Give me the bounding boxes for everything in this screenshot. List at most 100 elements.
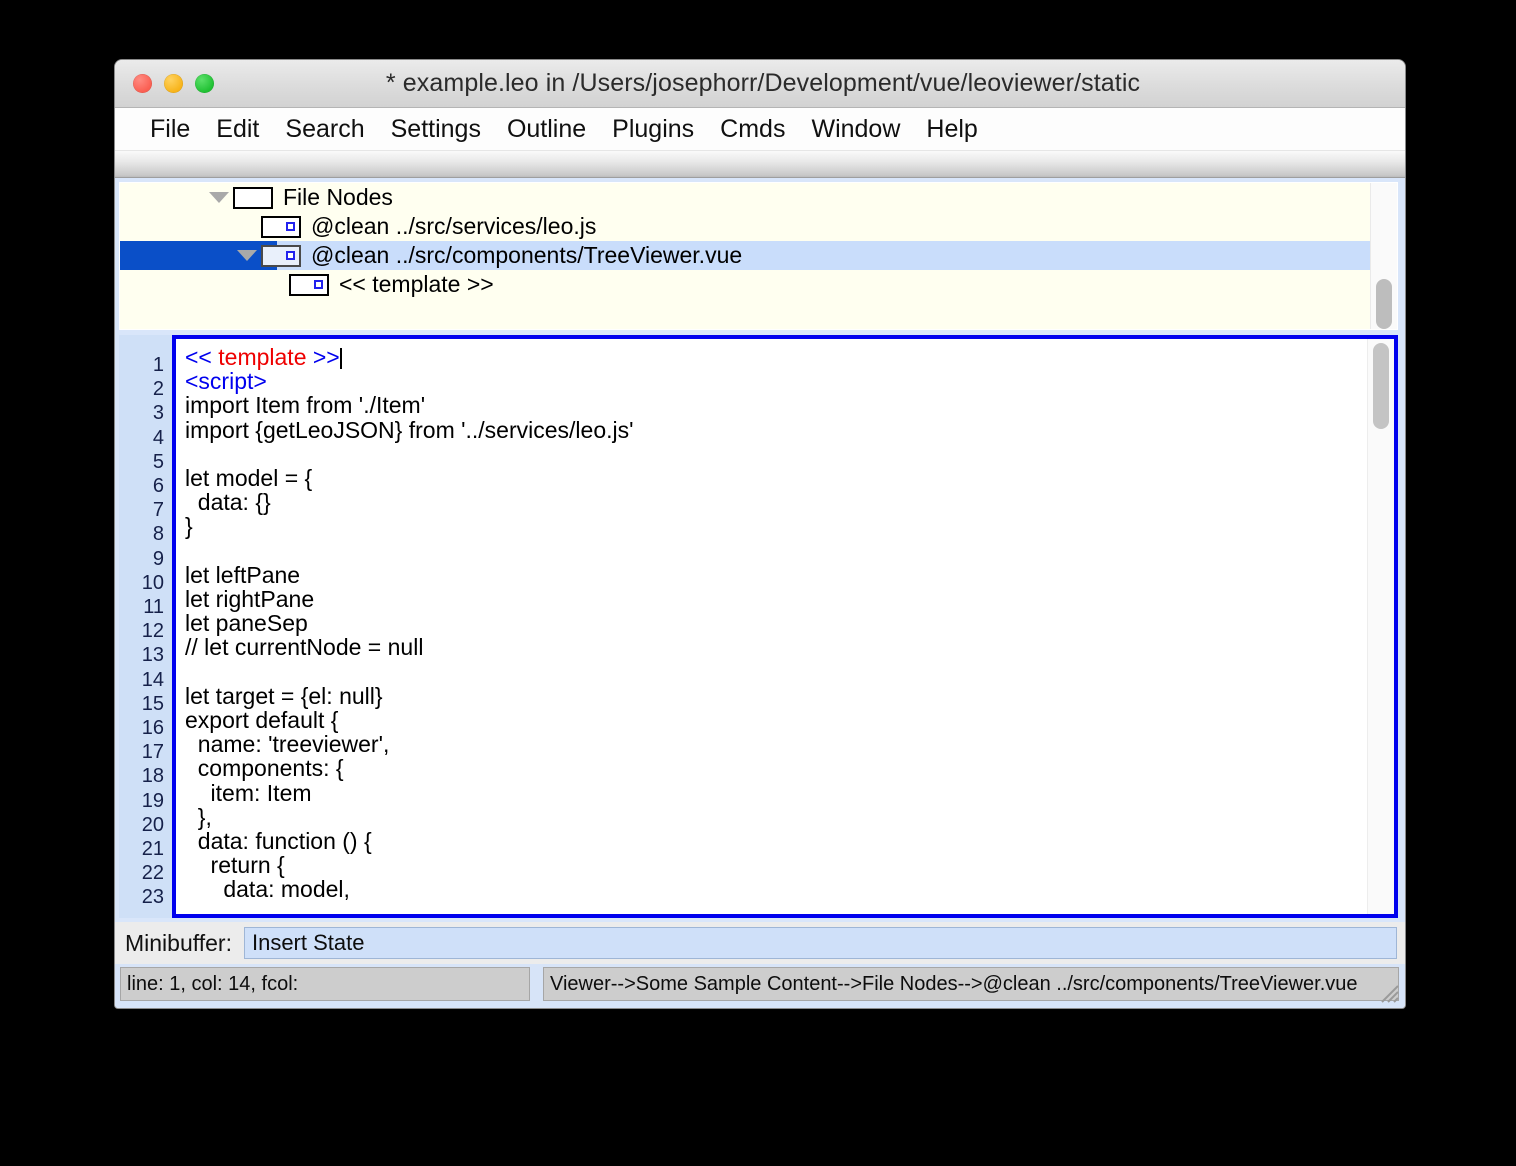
code-line: import Item from './Item' <box>185 392 426 419</box>
outline-pane: File Nodes @clean ../src/services/leo.js… <box>115 178 1405 335</box>
code-line: import {getLeoJSON} from '../services/le… <box>185 416 634 443</box>
code-line: }, <box>185 803 212 830</box>
title-bar: * example.leo in /Users/josephorr/Develo… <box>115 60 1405 108</box>
minibuffer-row: Minibuffer: Insert State <box>115 922 1405 964</box>
tree-node-label: @clean ../src/components/TreeViewer.vue <box>311 242 743 268</box>
line-number: 8 <box>152 523 164 546</box>
line-number: 15 <box>141 692 164 715</box>
code-line: components: { <box>185 755 344 782</box>
minimize-button-icon[interactable] <box>164 74 183 93</box>
status-bar: line: 1, col: 14, fcol: Viewer-->Some Sa… <box>115 964 1405 1008</box>
outline-vertical-scrollbar[interactable] <box>1370 183 1397 329</box>
minibuffer-label: Minibuffer: <box>125 929 232 956</box>
code-line: let rightPane <box>185 586 315 613</box>
maximize-button-icon[interactable] <box>195 74 214 93</box>
toolbar-strip <box>115 151 1405 178</box>
line-number: 1 <box>152 354 164 376</box>
node-box-icon[interactable] <box>233 186 273 209</box>
line-number: 19 <box>141 789 164 812</box>
line-number: 9 <box>152 547 164 570</box>
line-number: 6 <box>152 475 164 498</box>
line-number: 11 <box>143 596 164 619</box>
code-line: let model = { <box>185 465 313 492</box>
menu-item-plugins[interactable]: Plugins <box>599 114 707 144</box>
line-number-gutter: 1 2 3 4 5 6 7 8 9 10 11 12 13 14 15 16 17 18 19 20 21 22 23 <box>119 335 172 918</box>
outline-rows: File Nodes @clean ../src/services/leo.js… <box>120 183 1370 329</box>
menu-item-edit[interactable]: Edit <box>203 114 272 144</box>
status-position: line: 1, col: 14, fcol: <box>120 967 530 1001</box>
line-number: 22 <box>141 862 164 885</box>
node-marker-icon <box>314 280 323 289</box>
line-number: 14 <box>141 668 164 691</box>
status-breadcrumb: Viewer-->Some Sample Content-->File Node… <box>543 967 1399 1001</box>
tree-node-label: File Nodes <box>283 184 393 210</box>
tree-node-label: @clean ../src/services/leo.js <box>311 213 597 239</box>
code-line: return { <box>185 852 285 879</box>
line-number: 16 <box>141 717 164 740</box>
menu-item-outline[interactable]: Outline <box>494 114 599 144</box>
code-line: } <box>185 513 193 540</box>
code-line: data: function () { <box>185 828 372 855</box>
node-box-icon[interactable] <box>261 244 301 267</box>
body-text[interactable]: << template >> <script> import Item from '… <box>176 339 1367 914</box>
menu-item-search[interactable]: Search <box>272 114 377 144</box>
window-title: * example.leo in /Users/josephorr/Develo… <box>385 69 1141 97</box>
code-line: name: 'treeviewer', <box>185 731 390 758</box>
menu-item-help[interactable]: Help <box>913 114 990 144</box>
screen: * example.leo in /Users/josephorr/Develo… <box>0 0 1516 1166</box>
line-number: 21 <box>141 838 164 861</box>
node-box-icon[interactable] <box>261 215 301 238</box>
line-number: 23 <box>141 886 164 909</box>
line-number: 13 <box>141 644 164 667</box>
menu-item-file[interactable]: File <box>137 114 203 144</box>
menu-item-settings[interactable]: Settings <box>378 114 494 144</box>
node-marker-icon <box>286 251 295 260</box>
code-line: data: {} <box>185 489 271 516</box>
text-cursor <box>339 348 342 369</box>
menu-item-cmds[interactable]: Cmds <box>707 114 798 144</box>
line-number: 3 <box>152 402 164 425</box>
expand-arrow-icon[interactable] <box>205 192 233 203</box>
window-controls <box>133 74 214 93</box>
outline-tree: File Nodes @clean ../src/services/leo.js… <box>119 182 1398 330</box>
code-line: let target = {el: null} <box>185 682 383 709</box>
tree-node-label: << template >> <box>339 271 494 297</box>
code-line: item: Item <box>185 779 312 806</box>
code-line: <script> <box>185 368 267 395</box>
line-number: 2 <box>152 378 164 401</box>
tree-row[interactable]: << template >> <box>120 270 1370 299</box>
line-number: 7 <box>152 499 164 522</box>
node-marker-icon <box>286 222 295 231</box>
code-line: << template >> <box>185 344 342 370</box>
minibuffer-input[interactable]: Insert State <box>243 927 1397 959</box>
code-line: let leftPane <box>185 561 301 588</box>
line-number: 4 <box>152 426 164 449</box>
code-line: let paneSep <box>185 610 308 637</box>
line-number: 5 <box>152 450 164 473</box>
body-vertical-scrollbar[interactable] <box>1367 339 1394 914</box>
tree-row-selected[interactable]: @clean ../src/components/TreeViewer.vue <box>120 241 1370 270</box>
tree-row[interactable]: File Nodes <box>120 183 1370 212</box>
leo-editor-window: * example.leo in /Users/josephorr/Develo… <box>115 60 1405 1008</box>
line-number: 18 <box>141 765 164 788</box>
code-line: // let currentNode = null <box>185 634 424 661</box>
line-number: 20 <box>141 813 164 836</box>
menu-item-window[interactable]: Window <box>798 114 913 144</box>
body-editor[interactable]: << template >> <script> import Item from '… <box>172 335 1398 918</box>
line-number: 17 <box>141 741 164 764</box>
line-number: 10 <box>141 571 164 594</box>
body-pane: 1 2 3 4 5 6 7 8 9 10 11 12 13 14 15 16 17 18 19 20 21 22 23 <<… <box>115 335 1405 922</box>
line-number: 12 <box>141 620 164 643</box>
tree-row[interactable]: @clean ../src/services/leo.js <box>120 212 1370 241</box>
scrollbar-thumb[interactable] <box>1376 279 1392 329</box>
node-box-icon[interactable] <box>289 273 329 296</box>
close-button-icon[interactable] <box>133 74 152 93</box>
code-line: data: model, <box>185 876 350 903</box>
expand-arrow-icon[interactable] <box>233 250 261 261</box>
menu-bar: File Edit Search Settings Outline Plugin… <box>115 108 1405 151</box>
scrollbar-thumb[interactable] <box>1373 343 1389 429</box>
code-line: export default { <box>185 707 339 734</box>
